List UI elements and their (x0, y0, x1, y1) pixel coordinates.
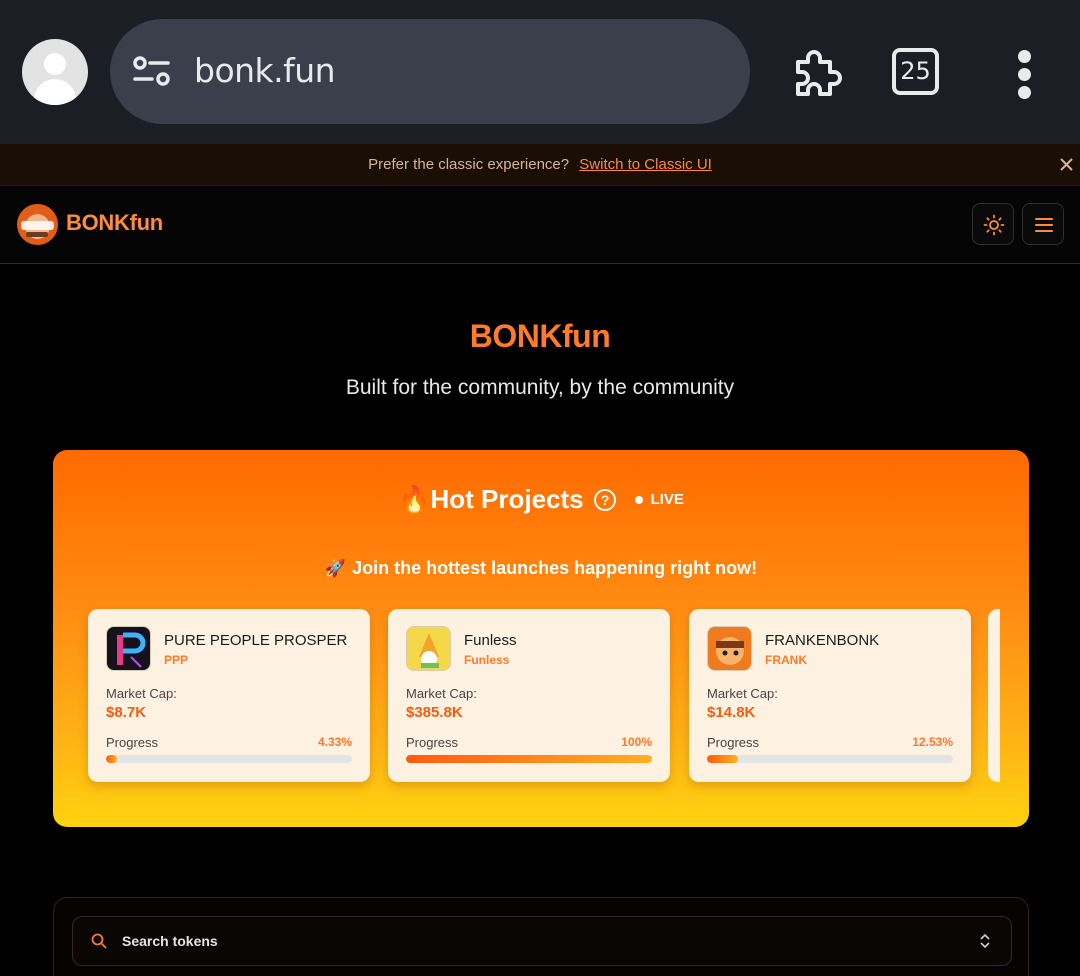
live-dot-icon (634, 495, 643, 504)
progress-bar (406, 755, 652, 763)
hot-projects-panel: 🔥Hot Projects ? LIVE 🚀 Join the hottest l… (53, 450, 1029, 827)
project-card[interactable]: FRANKENBONK FRANK Market Cap: $14.8K Pro… (689, 609, 971, 782)
url-text[interactable]: bonk.fun (194, 51, 336, 90)
extensions-icon[interactable] (790, 44, 846, 100)
progress-label: Progress (406, 735, 459, 750)
sun-icon (983, 214, 1005, 236)
fire-icon: 🔥 (398, 484, 431, 514)
token-name: FRANKENBONK (765, 632, 880, 649)
search-placeholder: Search tokens (122, 933, 218, 949)
account-icon[interactable] (22, 39, 88, 105)
progress-value: 100% (621, 735, 652, 749)
browser-toolbar: bonk.fun 25 (0, 0, 1080, 144)
progress-label: Progress (707, 735, 760, 750)
progress-label: Progress (106, 735, 159, 750)
hero-subtitle: Built for the community, by the communit… (345, 376, 735, 399)
project-card[interactable]: Funless Funless Market Cap: $385.8K Prog… (388, 609, 670, 782)
rocket-icon: 🚀 (324, 559, 347, 578)
site-header: BONKfun (0, 187, 1080, 264)
banner-text: Prefer the classic experience? (368, 156, 570, 173)
token-symbol: FRANK (765, 653, 807, 667)
help-icon[interactable]: ? (594, 488, 617, 511)
token-image (406, 626, 451, 671)
tab-count: 25 (900, 57, 931, 85)
token-symbol: Funless (464, 653, 510, 667)
live-badge: LIVE (650, 491, 684, 508)
theme-toggle-button[interactable] (972, 203, 1014, 245)
hot-projects-subtitle: Join the hottest launches happening righ… (352, 558, 758, 578)
hero-title: BONKfun (469, 318, 611, 354)
progress-bar (707, 755, 953, 763)
progress-bar (106, 755, 352, 763)
project-card[interactable]: PURE PEOPLE PROSPER PPP Market Cap: $8.7… (88, 609, 370, 782)
market-cap-label: Market Cap: (406, 686, 477, 701)
market-cap-label: Market Cap: (707, 686, 778, 701)
token-image (707, 626, 752, 671)
hamburger-menu-button[interactable] (1022, 203, 1064, 245)
market-cap-value: $385.8K (406, 704, 463, 721)
brand-name[interactable]: BONKfun (66, 210, 163, 236)
classic-ui-banner: Prefer the classic experience? Switch to… (0, 144, 1080, 186)
search-icon (91, 933, 107, 949)
tab-switcher-button[interactable]: 25 (892, 48, 939, 95)
more-menu-icon[interactable] (1018, 50, 1031, 104)
progress-value: 4.33% (317, 735, 352, 749)
bonk-logo[interactable] (17, 204, 58, 245)
project-card-partial[interactable] (988, 609, 1000, 782)
search-input[interactable]: Search tokens (72, 916, 1012, 966)
token-image (106, 626, 151, 671)
token-name: PURE PEOPLE PROSPER (164, 632, 348, 649)
token-search-panel: Search tokens (53, 897, 1029, 976)
sort-chevron-icon[interactable] (979, 933, 991, 949)
address-bar[interactable]: bonk.fun (110, 19, 750, 124)
token-name: Funless (464, 632, 517, 649)
progress-value: 12.53% (912, 735, 953, 749)
market-cap-label: Market Cap: (106, 686, 177, 701)
market-cap-value: $8.7K (106, 704, 147, 721)
token-symbol: PPP (164, 653, 189, 667)
hamburger-icon (1035, 218, 1053, 232)
site-settings-icon[interactable] (132, 54, 172, 88)
hot-projects-title: Hot Projects (430, 484, 584, 514)
switch-classic-link[interactable]: Switch to Classic UI (579, 156, 712, 173)
market-cap-value: $14.8K (707, 704, 756, 721)
close-icon[interactable] (1059, 157, 1074, 172)
